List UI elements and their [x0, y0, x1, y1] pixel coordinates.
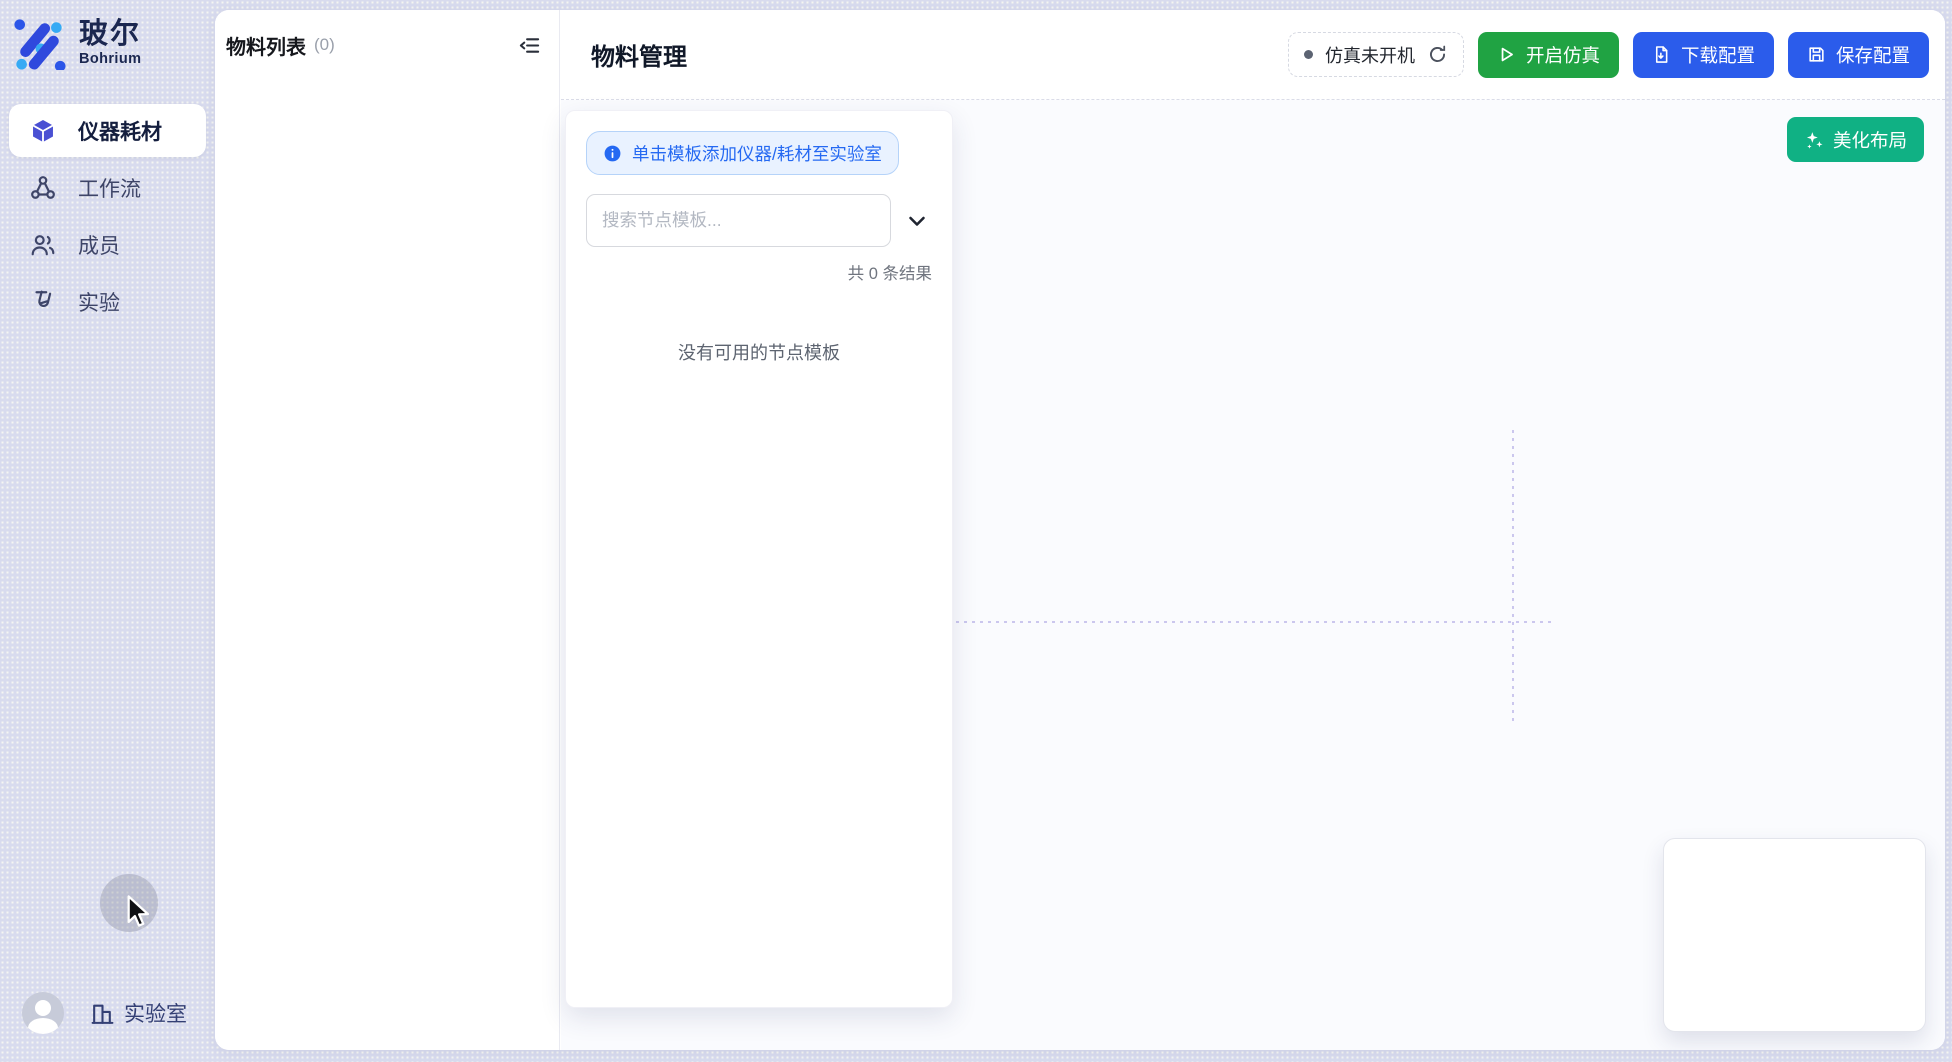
file-download-icon [1652, 45, 1671, 64]
save-icon [1807, 45, 1826, 64]
start-simulation-button[interactable]: 开启仿真 [1478, 32, 1619, 78]
brand-name-en: Bohrium [79, 52, 141, 67]
sidebar-item-label: 实验 [78, 287, 120, 317]
sidebar-item-members[interactable]: 成员 [9, 218, 206, 271]
download-config-button[interactable]: 下载配置 [1633, 32, 1774, 78]
main-card: 物料列表 (0) 物料管理 仿真未开机 [215, 10, 1945, 1050]
brand: 玻尔 Bohrium [0, 0, 215, 70]
brand-name-zh: 玻尔 [79, 19, 141, 49]
material-list-panel: 物料列表 (0) [215, 10, 560, 1050]
sidebar-item-experiment[interactable]: 实验 [9, 275, 206, 328]
chevron-down-icon[interactable] [902, 206, 932, 236]
sidebar-item-workflow[interactable]: 工作流 [9, 161, 206, 214]
lab-link[interactable]: 实验室 [90, 998, 187, 1028]
info-icon [603, 144, 622, 163]
palette-hint-banner: 单击模板添加仪器/耗材至实验室 [586, 131, 899, 175]
sparkles-icon [1804, 130, 1824, 150]
node-template-search-input[interactable] [586, 194, 891, 247]
sidebar-item-label: 工作流 [78, 173, 141, 203]
palette-hint-text: 单击模板添加仪器/耗材至实验室 [632, 141, 882, 166]
node-template-palette: 单击模板添加仪器/耗材至实验室 共 0 条结果 没有可用的节点模板 [565, 110, 953, 1008]
collapse-panel-icon[interactable] [514, 30, 544, 60]
page-title: 物料管理 [591, 37, 687, 72]
workflow-icon [30, 175, 56, 201]
play-icon [1497, 45, 1516, 64]
flow-canvas[interactable]: 单击模板添加仪器/耗材至实验室 共 0 条结果 没有可用的节点模板 [561, 100, 1945, 1050]
refresh-icon[interactable] [1427, 44, 1448, 65]
building-icon [90, 1001, 115, 1026]
sidebar-item-instruments[interactable]: 仪器耗材 [9, 104, 206, 157]
header-actions: 仿真未开机 开启仿真 [1288, 32, 1929, 78]
canvas-guide-horizontal [956, 621, 1553, 623]
experiment-icon [30, 289, 56, 315]
empty-templates-message: 没有可用的节点模板 [586, 339, 932, 365]
lab-link-label: 实验室 [124, 998, 187, 1028]
material-list-count: (0) [314, 35, 335, 55]
palette-search-row [586, 194, 932, 247]
sidebar-nav: 仪器耗材 工作流 成员 [0, 104, 215, 328]
search-result-count: 共 0 条结果 [586, 260, 932, 284]
material-list-title: 物料列表 [226, 31, 306, 60]
cube-icon [30, 118, 56, 144]
user-avatar[interactable] [22, 992, 64, 1034]
sidebar-item-label: 成员 [78, 230, 120, 260]
sidebar: 玻尔 Bohrium 仪器耗材 工作流 [0, 0, 215, 1062]
sidebar-item-label: 仪器耗材 [78, 116, 162, 146]
save-config-button[interactable]: 保存配置 [1788, 32, 1929, 78]
bohrium-logo-icon [12, 16, 66, 70]
sidebar-bottom: 实验室 [22, 992, 187, 1034]
page-header: 物料管理 仿真未开机 开启仿真 [561, 10, 1945, 100]
status-dot [1304, 50, 1313, 59]
members-icon [30, 232, 56, 258]
canvas-minimap[interactable] [1663, 838, 1926, 1032]
status-text: 仿真未开机 [1325, 42, 1415, 68]
canvas-guide-vertical [1512, 430, 1514, 724]
simulation-status-pill: 仿真未开机 [1288, 32, 1464, 77]
material-list-header: 物料列表 (0) [215, 10, 559, 80]
beautify-layout-button[interactable]: 美化布局 [1787, 117, 1924, 162]
